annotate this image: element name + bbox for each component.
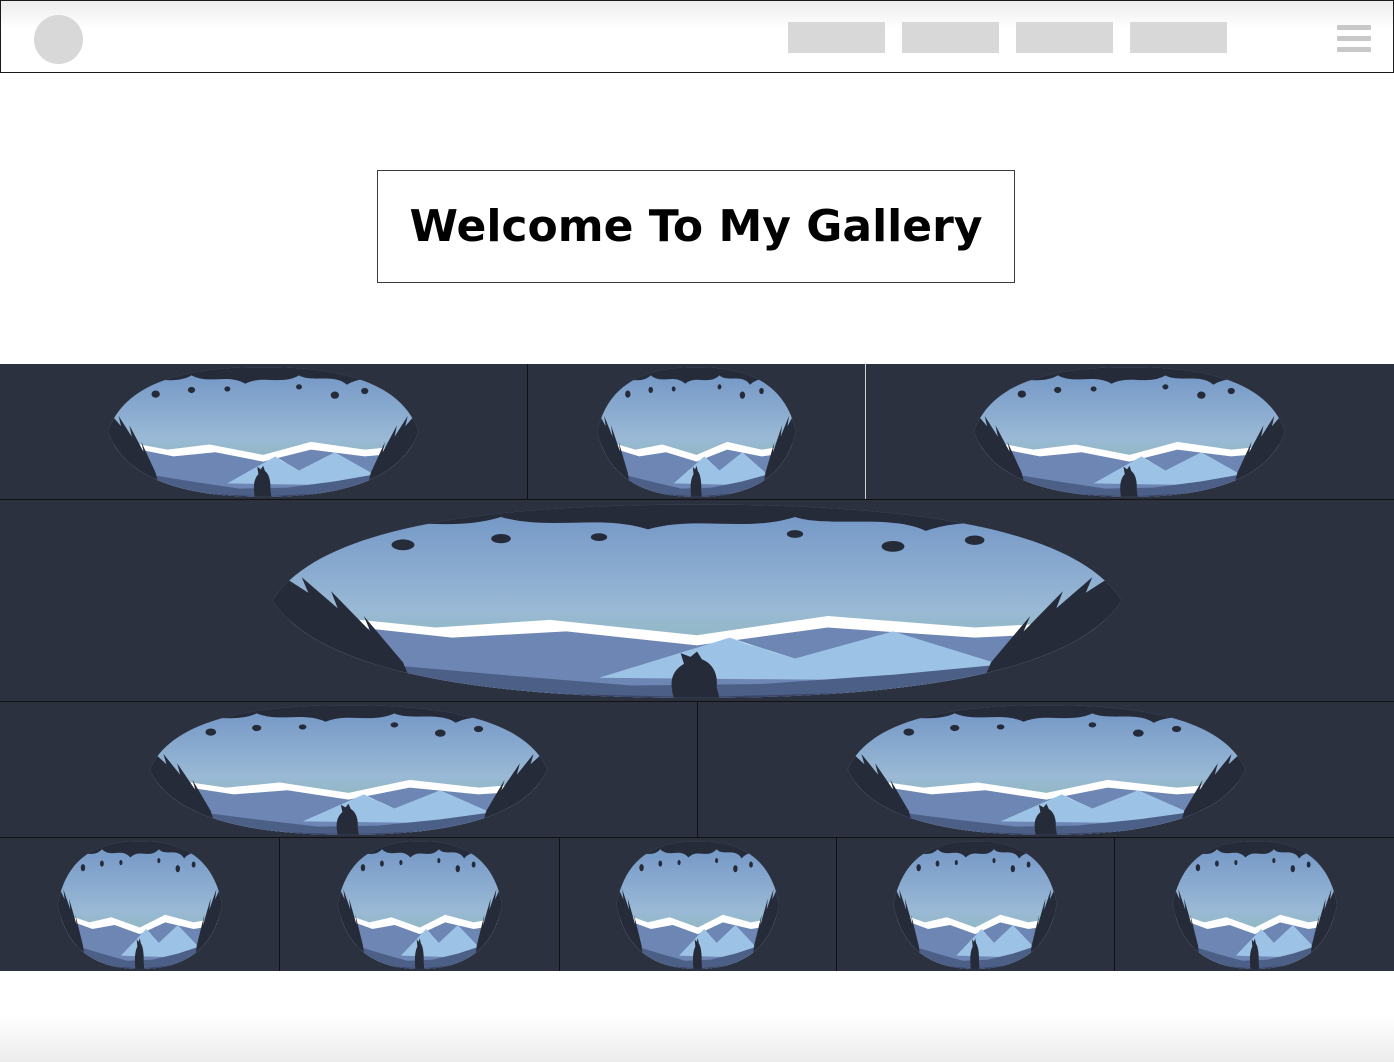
gallery-grid: [0, 364, 1394, 971]
hamburger-menu-icon[interactable]: [1337, 25, 1371, 52]
gallery-tile-featured[interactable]: [0, 499, 1394, 702]
gallery-tile[interactable]: [865, 364, 1394, 499]
nav-item-4[interactable]: [1130, 22, 1227, 53]
gallery-tile[interactable]: [279, 837, 559, 971]
wolf-forest-illustration: [597, 367, 796, 497]
page-title: Welcome To My Gallery: [409, 201, 983, 252]
gallery-tile[interactable]: [836, 837, 1114, 971]
wolf-forest-illustration: [272, 504, 1122, 698]
page-footer: [0, 971, 1394, 1062]
gallery-tile[interactable]: [559, 837, 836, 971]
nav-item-3[interactable]: [1016, 22, 1113, 53]
wolf-forest-illustration: [893, 841, 1058, 969]
wolf-forest-illustration: [1172, 841, 1337, 969]
wolf-forest-illustration: [337, 841, 502, 969]
wolf-forest-illustration: [974, 367, 1286, 497]
top-navbar: [0, 0, 1394, 73]
wolf-forest-illustration: [108, 367, 419, 497]
gallery-tile[interactable]: [527, 364, 865, 499]
wolf-forest-illustration: [149, 705, 548, 835]
wolf-forest-illustration: [616, 841, 780, 969]
gallery-tile[interactable]: [0, 364, 527, 499]
nav-item-2[interactable]: [902, 22, 999, 53]
gallery-tile[interactable]: [697, 702, 1394, 837]
gallery-tile[interactable]: [0, 837, 279, 971]
gallery-tile[interactable]: [1114, 837, 1394, 971]
nav-item-1[interactable]: [788, 22, 885, 53]
wolf-forest-illustration: [57, 841, 222, 969]
gallery-tile[interactable]: [0, 702, 697, 837]
wolf-forest-illustration: [847, 705, 1245, 835]
logo-placeholder[interactable]: [34, 15, 83, 64]
page-title-box: Welcome To My Gallery: [377, 170, 1015, 283]
